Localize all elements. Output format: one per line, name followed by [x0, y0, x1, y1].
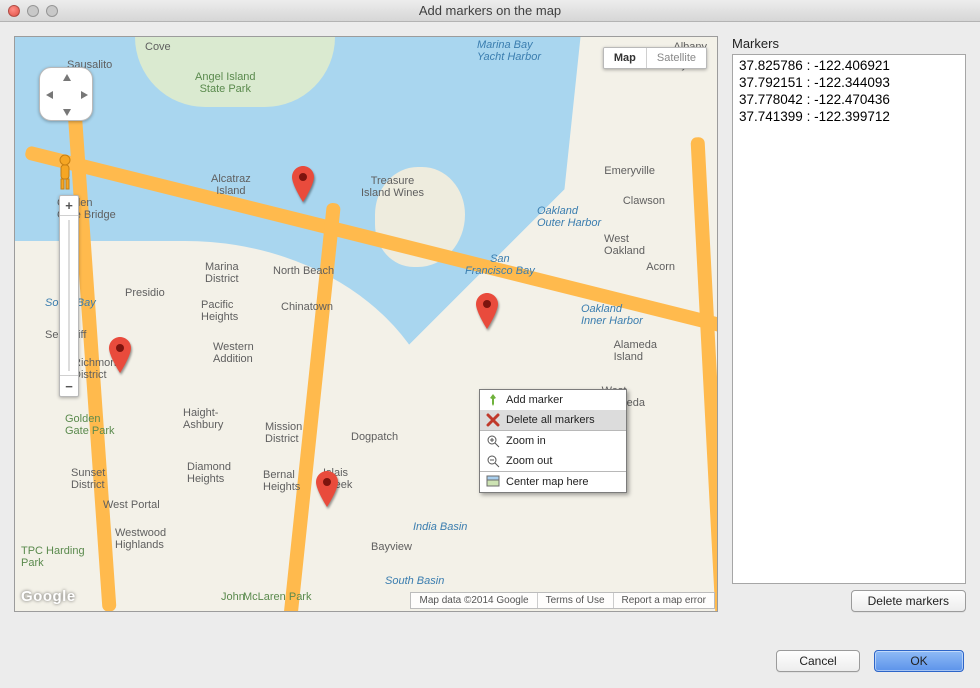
pegman-icon[interactable]	[53, 153, 77, 193]
map-credits: Map data ©2014 Google Terms of Use Repor…	[410, 592, 715, 609]
place-label: Presidio	[125, 287, 165, 299]
place-label: Acorn	[646, 261, 675, 273]
place-label: McLaren Park	[243, 591, 311, 603]
ctx-label: Zoom out	[506, 455, 552, 467]
ctx-label: Zoom in	[506, 435, 546, 447]
place-label: Oakland Outer Harbor	[537, 205, 601, 229]
markers-title: Markers	[732, 36, 966, 51]
place-label: Oakland Inner Harbor	[581, 303, 643, 327]
ctx-zoom-out[interactable]: Zoom out	[480, 451, 626, 471]
credits-terms[interactable]: Terms of Use	[537, 593, 613, 608]
ctx-add-marker[interactable]: Add marker	[480, 390, 626, 410]
place-label: Golden Gate Park	[65, 413, 115, 437]
place-label: Cove	[145, 41, 171, 53]
place-label: Pacific Heights	[201, 299, 238, 323]
zoom-out-button[interactable]: −	[60, 376, 78, 396]
map-marker[interactable]	[476, 293, 498, 329]
markers-list[interactable]: 37.825786 : -122.40692137.792151 : -122.…	[732, 54, 966, 584]
place-label: Alcatraz Island	[211, 173, 251, 197]
zoom-slider[interactable]	[60, 216, 78, 376]
place-label: Mission District	[265, 421, 302, 445]
delete-icon	[486, 413, 500, 427]
place-label: Marina Bay Yacht Harbor	[477, 39, 541, 63]
place-label: India Basin	[413, 521, 467, 533]
place-label: West Portal	[103, 499, 160, 511]
ctx-label: Add marker	[506, 394, 563, 406]
map-type-toggle: Map Satellite	[603, 47, 707, 69]
ctx-delete-all[interactable]: Delete all markers	[480, 410, 626, 430]
place-label: John	[221, 591, 245, 603]
place-label: Chinatown	[281, 301, 333, 313]
pushpin-icon	[486, 393, 500, 407]
place-label: Diamond Heights	[187, 461, 231, 485]
list-item[interactable]: 37.741399 : -122.399712	[739, 109, 959, 126]
ctx-label: Center map here	[506, 476, 589, 488]
place-label: Western Addition	[213, 341, 254, 365]
context-menu: Add marker Delete all markers Zoom in Zo…	[479, 389, 627, 493]
list-item[interactable]: 37.825786 : -122.406921	[739, 58, 959, 75]
place-label: Clawson	[623, 195, 665, 207]
place-label: San Francisco Bay	[465, 253, 535, 277]
place-label: Haight- Ashbury	[183, 407, 223, 431]
map-marker[interactable]	[316, 471, 338, 507]
list-item[interactable]: 37.792151 : -122.344093	[739, 75, 959, 92]
list-item[interactable]: 37.778042 : -122.470436	[739, 92, 959, 109]
credits-report[interactable]: Report a map error	[613, 593, 714, 608]
ctx-center-here[interactable]: Center map here	[480, 472, 626, 492]
place-label: Marina District	[205, 261, 239, 285]
place-label: TPC Harding Park	[21, 545, 85, 569]
map-canvas[interactable]: Sausalito Cove Marina Bay Yacht Harbor B…	[14, 36, 718, 612]
place-label: Sunset District	[71, 467, 105, 491]
zoom-in-icon	[486, 434, 500, 448]
dialog-buttons: Cancel OK	[776, 650, 964, 672]
cancel-button[interactable]: Cancel	[776, 650, 860, 672]
place-label: North Beach	[273, 265, 334, 277]
credits-data: Map data ©2014 Google	[411, 593, 536, 608]
google-logo: Google	[21, 588, 76, 605]
zoom-in-button[interactable]: +	[60, 196, 78, 216]
place-label: Emeryville	[604, 165, 655, 177]
zoom-control: + −	[59, 195, 79, 397]
side-panel: Markers 37.825786 : -122.40692137.792151…	[732, 36, 966, 612]
map-marker[interactable]	[292, 166, 314, 202]
window-title: Add markers on the map	[0, 3, 980, 18]
ok-button[interactable]: OK	[874, 650, 964, 672]
place-label: Treasure Island Wines	[361, 175, 424, 199]
map-type-satellite[interactable]: Satellite	[646, 48, 706, 68]
delete-markers-button[interactable]: Delete markers	[851, 590, 966, 612]
place-label: Westwood Highlands	[115, 527, 166, 551]
place-label: West Oakland	[604, 233, 645, 257]
place-label: Bernal Heights	[263, 469, 300, 493]
ctx-label: Delete all markers	[506, 414, 595, 426]
zoom-out-icon	[486, 454, 500, 468]
place-label: South Basin	[385, 575, 444, 587]
place-label: Bayview	[371, 541, 412, 553]
ctx-zoom-in[interactable]: Zoom in	[480, 431, 626, 451]
place-label: Angel Island State Park	[195, 71, 256, 95]
place-label: Dogpatch	[351, 431, 398, 443]
place-label: Alameda Island	[614, 339, 657, 363]
map-type-map[interactable]: Map	[604, 48, 646, 68]
titlebar: Add markers on the map	[0, 0, 980, 22]
map-marker[interactable]	[109, 337, 131, 373]
center-icon	[486, 475, 500, 489]
pan-control[interactable]	[39, 67, 93, 121]
